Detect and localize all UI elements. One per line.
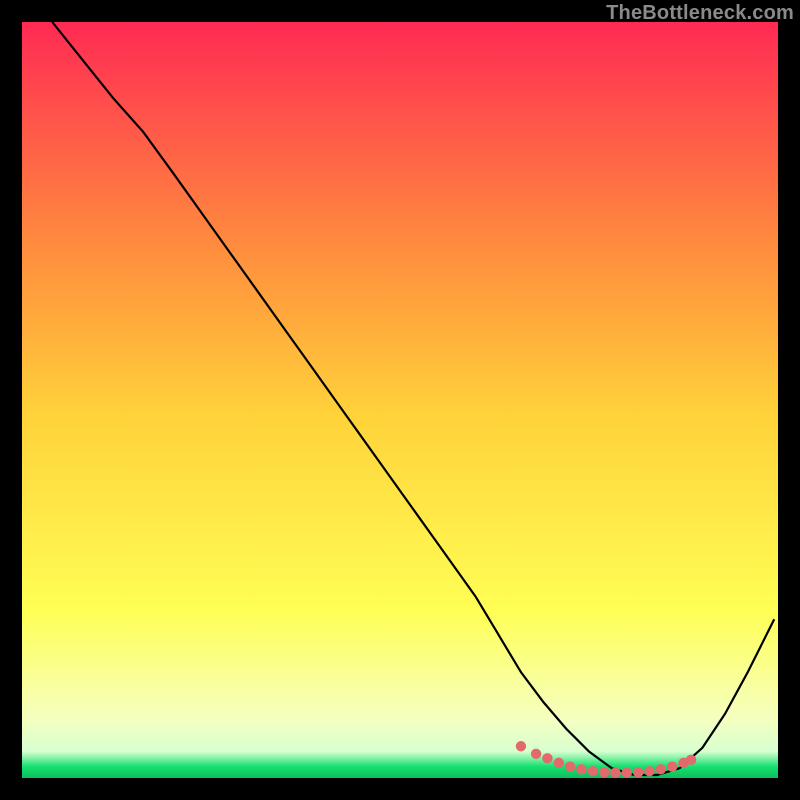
chart-background	[22, 22, 778, 778]
chart-marker	[531, 749, 541, 759]
chart-marker	[565, 761, 575, 771]
chart-marker	[622, 768, 632, 778]
chart-plot-area	[22, 22, 778, 778]
chart-marker	[610, 768, 620, 778]
chart-marker	[644, 766, 654, 776]
chart-marker	[667, 761, 677, 771]
chart-marker	[686, 755, 696, 765]
chart-marker	[588, 766, 598, 776]
chart-marker	[599, 767, 609, 777]
chart-svg	[22, 22, 778, 778]
chart-marker	[516, 741, 526, 751]
watermark-text: TheBottleneck.com	[606, 2, 794, 25]
chart-marker	[554, 758, 564, 768]
chart-marker	[633, 767, 643, 777]
chart-marker	[542, 753, 552, 763]
chart-marker	[656, 764, 666, 774]
chart-marker	[576, 764, 586, 774]
chart-frame: TheBottleneck.com	[0, 0, 800, 800]
